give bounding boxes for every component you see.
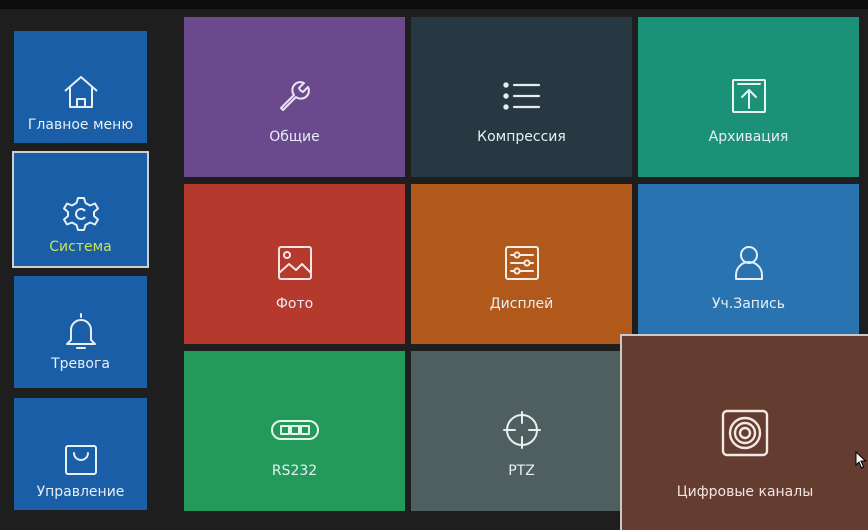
tile-backup[interactable]: Архивация [638,17,859,177]
tile-photo[interactable]: Фото [184,184,405,344]
tile-label: Уч.Запись [711,296,785,312]
sidebar-item-system[interactable]: Система [12,151,149,268]
wrench-icon [184,77,405,113]
tile-display[interactable]: Дисплей [411,184,632,344]
crosshair-icon [411,411,632,449]
tile-accounts[interactable]: Уч.Запись [638,184,859,344]
sliders-icon [411,244,632,282]
sidebar-item-alarm[interactable]: Тревога [14,276,147,388]
gear-icon [61,193,101,235]
tile-label: Дисплей [489,296,554,312]
bag-icon [61,438,101,480]
sidebar-item-main-menu[interactable]: Главное меню [14,31,147,143]
sidebar-item-management[interactable]: Управление [14,398,147,510]
tile-label: Цифровые каналы [676,484,814,500]
bell-icon [61,310,101,352]
sidebar-item-label: Главное меню [27,117,134,133]
tile-digital-channels[interactable]: Цифровые каналы [620,334,868,530]
tile-label: PTZ [508,463,535,479]
sidebar-item-label: Тревога [51,356,110,372]
tile-label: Фото [275,296,314,312]
sidebar-item-label: Управление [36,484,125,500]
tile-label: Архивация [708,129,789,145]
tile-ptz[interactable]: PTZ [411,351,632,511]
tile-compression[interactable]: Компрессия [411,17,632,177]
port-icon [184,419,405,441]
list-icon [411,81,632,111]
tile-label: Компрессия [477,129,566,145]
speaker-icon [622,408,868,458]
home-icon [61,71,101,113]
tile-general[interactable]: Общие [184,17,405,177]
tile-label: RS232 [271,463,318,479]
image-icon [184,244,405,282]
upload-icon [638,77,859,115]
user-icon [638,244,859,282]
system-menu-screen: Главное меню Система Тревога Управление … [0,0,868,530]
tile-rs232[interactable]: RS232 [184,351,405,511]
sidebar-item-label: Система [49,239,112,255]
tile-label: Общие [269,129,320,145]
mouse-cursor-icon [855,451,867,469]
top-frame [0,0,868,9]
